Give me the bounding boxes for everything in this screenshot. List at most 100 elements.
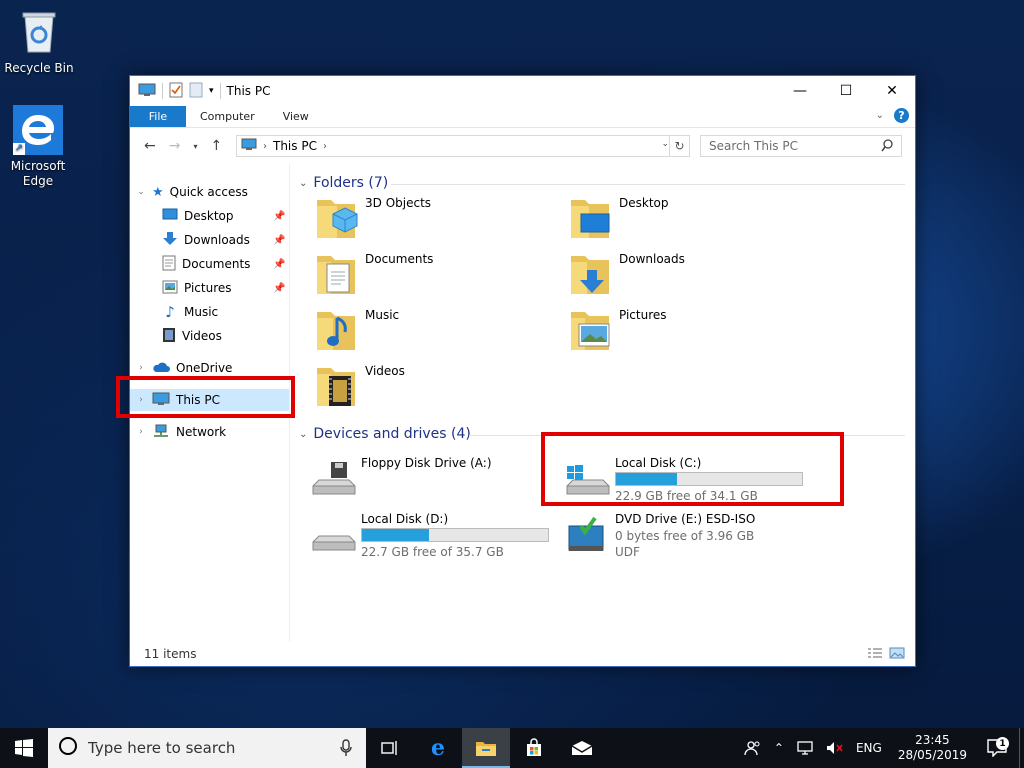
maximize-button[interactable]: ☐ [823,76,869,106]
drive-usage-bar [361,528,549,542]
downloads-icon [162,231,178,249]
taskbar-file-explorer[interactable] [462,728,510,768]
group-header-folders[interactable]: ⌄ Folders (7) [299,175,388,191]
customize-toolbar-chevron-icon[interactable]: ▾ [209,86,214,96]
nav-downloads[interactable]: Downloads [162,229,250,251]
show-hidden-icons-chevron-icon[interactable]: ⌃ [768,741,790,755]
tab-file[interactable]: File [130,106,186,127]
pictures-icon [162,280,178,297]
nav-network[interactable]: › Network [136,421,226,443]
collapse-group-chevron-icon[interactable]: ⌄ [299,178,307,189]
people-icon[interactable] [738,740,768,756]
floppy-drive-icon [309,460,357,503]
action-center-button[interactable]: 1 [977,737,1017,757]
back-button[interactable]: ← [144,138,156,154]
folder-downloads[interactable]: Downloads [567,248,813,298]
task-view-button[interactable] [366,728,414,768]
recent-locations-chevron-icon[interactable]: ▾ [193,142,197,151]
desktop-icon-recycle-bin[interactable]: Recycle Bin [2,8,76,76]
taskbar-clock[interactable]: 23:45 28/05/2019 [888,733,977,763]
search-icon [881,139,893,155]
address-dropdown-icon[interactable]: ⌄ [661,139,669,149]
breadcrumb-separator-icon[interactable]: › [263,141,267,152]
nav-label: Pictures [184,281,232,295]
drive-details: 0 bytes free of 3.96 GB UDF [615,528,754,560]
folder-name: Downloads [619,252,685,266]
drive-free-space: 22.7 GB free of 35.7 GB [361,545,504,559]
folder-documents[interactable]: Documents [313,248,559,298]
documents-folder-icon [313,248,359,296]
close-button[interactable]: ✕ [869,76,915,106]
breadcrumb-this-pc[interactable]: This PC [273,139,317,153]
address-bar[interactable]: › This PC › ⌄ ↻ [236,135,690,157]
show-desktop-button[interactable] [1019,728,1024,768]
taskbar-store[interactable] [510,728,558,768]
volume-muted-icon[interactable] [820,741,850,755]
system-tray: ⌃ ENG 23:45 28/05/2019 1 [738,728,1024,768]
search-box[interactable]: Search This PC [700,135,902,157]
nav-pictures[interactable]: Pictures [162,277,232,299]
refresh-button[interactable]: ↻ [669,136,689,156]
input-language[interactable]: ENG [850,741,888,755]
drive-local-d[interactable]: Local Disk (D:) 22.7 GB free of 35.7 GB [309,512,555,566]
large-icons-view-icon[interactable] [889,647,905,662]
taskbar-search-input[interactable]: Type here to search [88,739,235,757]
microphone-icon[interactable] [340,739,352,761]
this-pc-icon [138,83,156,100]
collapse-group-chevron-icon[interactable]: ⌄ [299,429,307,440]
desktop-icon-label: Recycle Bin [4,61,74,75]
documents-icon [162,255,176,274]
new-folder-icon[interactable] [189,82,203,101]
folder-pictures[interactable]: Pictures [567,304,813,354]
nav-music[interactable]: ♪ Music [162,301,218,323]
folder-name: Pictures [619,308,667,322]
folder-desktop[interactable]: Desktop [567,192,813,242]
navigation-bar: ← → ▾ ↑ › This PC › ⌄ ↻ Search This PC [130,128,915,164]
properties-icon[interactable] [169,82,183,101]
content-pane: ⌄ Folders (7) 3D Objects Desktop Documen… [291,164,915,642]
highlight-local-disk-c [541,432,844,506]
group-header-devices[interactable]: ⌄ Devices and drives (4) [299,426,471,442]
tab-computer[interactable]: Computer [186,106,269,127]
nav-label: Quick access [169,185,248,199]
details-view-icon[interactable] [867,647,883,662]
nav-desktop[interactable]: Desktop [162,205,234,227]
folder-videos[interactable]: Videos [313,360,559,410]
highlight-this-pc [116,376,295,418]
taskbar-search[interactable]: Type here to search [48,728,366,768]
videos-icon [162,327,176,346]
folder-3d-objects[interactable]: 3D Objects [313,192,559,242]
folder-music[interactable]: Music [313,304,559,354]
desktop-icon-edge[interactable]: ↗ Microsoft Edge [1,105,75,189]
start-button[interactable] [0,728,48,768]
title-bar[interactable]: ▾ This PC — ☐ ✕ [130,76,915,106]
expanded-chevron-icon[interactable]: ⌄ [136,187,146,197]
nav-label: Network [176,425,227,439]
search-input[interactable]: Search This PC [709,139,798,153]
breadcrumb-separator-icon[interactable]: › [323,141,327,152]
drive-floppy-a[interactable]: Floppy Disk Drive (A:) [309,456,555,510]
forward-button[interactable]: → [169,138,181,154]
task-view-icon [381,741,397,755]
up-button[interactable]: ↑ [210,138,222,154]
minimize-button[interactable]: — [777,76,823,106]
drive-dvd-e[interactable]: DVD Drive (E:) ESD-ISO 0 bytes free of 3… [563,512,809,566]
collapsed-chevron-icon[interactable]: › [136,427,146,437]
pin-icon: 📌 [273,259,286,270]
nav-videos[interactable]: Videos [162,325,222,347]
expand-ribbon-icon[interactable]: ⌄ [876,110,884,121]
tab-view[interactable]: View [269,106,323,127]
pin-icon: 📌 [273,283,286,294]
pictures-folder-icon [567,304,613,352]
collapsed-chevron-icon[interactable]: › [136,363,146,373]
nav-documents[interactable]: Documents [162,253,250,275]
network-status-icon[interactable] [790,741,820,755]
taskbar-mail[interactable] [558,728,606,768]
help-icon[interactable]: ? [894,108,909,123]
nav-quick-access[interactable]: ⌄ ★ Quick access [136,181,248,203]
onedrive-icon [152,361,170,376]
edge-icon: ↗ [13,105,63,155]
taskbar-edge[interactable]: e [414,728,462,768]
file-explorer-icon [476,742,496,756]
dvd-drive-icon [563,516,611,559]
